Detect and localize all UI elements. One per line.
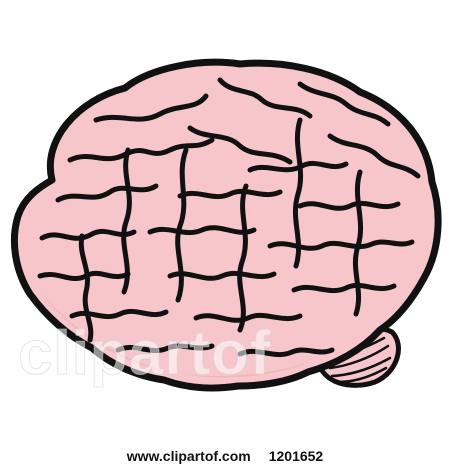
footer-id: 1201652 bbox=[268, 448, 324, 464]
brain-illustration bbox=[0, 0, 450, 470]
brain-icon bbox=[10, 58, 442, 392]
footer: www.clipartof.com 1201652 bbox=[0, 448, 450, 468]
footer-site: www.clipartof.com bbox=[126, 448, 251, 464]
cerebrum-shape bbox=[10, 58, 442, 392]
